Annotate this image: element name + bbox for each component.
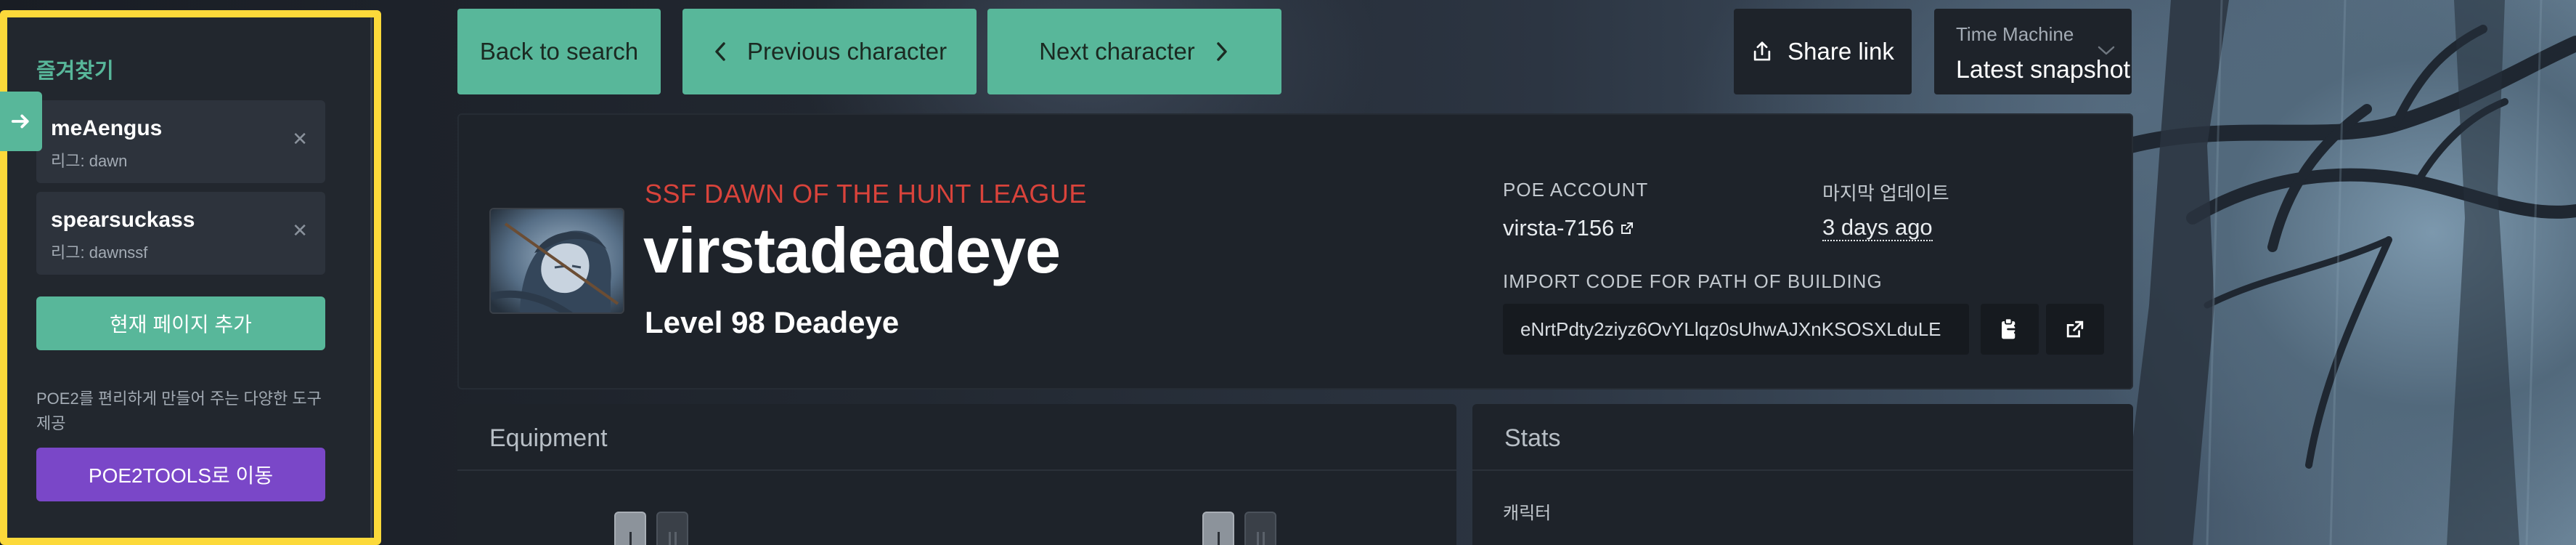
go-to-poe2tools-button[interactable]: POE2TOOLS로 이동 — [36, 448, 325, 501]
arrow-right-icon — [11, 114, 29, 129]
favorite-item[interactable]: meAengus 리그: dawn ✕ — [36, 100, 325, 183]
time-machine-select[interactable]: Time Machine Latest snapshot — [1934, 9, 2132, 94]
equipment-title: Equipment — [457, 404, 1456, 471]
account-name: virsta-7156 — [1503, 215, 1615, 241]
chevron-down-icon — [2098, 46, 2115, 55]
stats-title: Stats — [1472, 404, 2133, 471]
previous-character-button[interactable]: Previous character — [682, 9, 977, 94]
favorites-sidebar: 즐겨찾기 meAengus 리그: dawn ✕ spearsuckass 리그… — [0, 10, 381, 545]
weapon-set-toggle[interactable] — [1202, 512, 1234, 545]
close-icon[interactable]: ✕ — [292, 128, 308, 150]
chevron-right-icon — [1217, 42, 1227, 61]
stats-panel: Stats 캐릭터 — [1472, 404, 2133, 545]
last-updated-label: 마지막 업데이트 — [1822, 182, 1949, 204]
sidebar-description: POE2를 편리하게 만들어 주는 다양한 도구 제공 — [36, 389, 322, 432]
favorite-league: 리그: dawn — [51, 152, 128, 170]
stats-section-character: 캐릭터 — [1503, 504, 1552, 523]
equipment-panel: Equipment — [457, 404, 1456, 545]
account-link[interactable]: virsta-7156 — [1503, 215, 1634, 241]
character-card: SSF DAWN OF THE HUNT LEAGUE virstadeadey… — [457, 113, 2133, 389]
import-code-field[interactable]: eNrtPdty2ziyz6OvYLlqz0sUhwAJXnKSOSXLduLE — [1503, 304, 1969, 355]
external-link-icon — [1621, 222, 1634, 234]
next-label: Next character — [1039, 38, 1195, 65]
clipboard-icon — [2002, 318, 2020, 339]
weapon-set-toggle[interactable] — [614, 512, 646, 545]
back-label: Back to search — [479, 38, 639, 65]
sidebar-divider — [370, 17, 372, 538]
time-machine-label: Time Machine — [1956, 23, 2074, 45]
previous-label: Previous character — [746, 38, 947, 65]
copy-import-code-button[interactable] — [1981, 304, 2039, 355]
character-level-class: Level 98 Deadeye — [645, 305, 900, 339]
time-machine-value: Latest snapshot — [1956, 56, 2131, 84]
back-to-search-button[interactable]: Back to search — [457, 9, 661, 94]
league-name: SSF DAWN OF THE HUNT LEAGUE — [645, 179, 1087, 209]
character-avatar — [489, 208, 624, 314]
weapon-set-toggle[interactable] — [1244, 512, 1276, 545]
share-link-button[interactable]: Share link — [1734, 9, 1912, 94]
add-current-page-button[interactable]: 현재 페이지 추가 — [36, 296, 325, 350]
last-updated-value: 3 days ago — [1822, 214, 1933, 241]
favorite-item[interactable]: spearsuckass 리그: dawnssf ✕ — [36, 192, 325, 275]
character-name: virstadeadeye — [643, 214, 1061, 286]
import-code-label: IMPORT CODE FOR PATH OF BUILDING — [1503, 270, 1883, 292]
external-link-icon — [2066, 320, 2084, 338]
share-label: Share link — [1788, 38, 1894, 65]
favorites-title: 즐겨찾기 — [36, 60, 114, 83]
chevron-left-icon — [715, 42, 725, 61]
weapon-set-toggle[interactable] — [656, 512, 688, 545]
sidebar-toggle-button[interactable] — [0, 92, 42, 151]
favorite-name: spearsuckass — [51, 208, 195, 232]
favorite-league: 리그: dawnssf — [51, 243, 148, 262]
favorite-name: meAengus — [51, 116, 163, 140]
share-icon — [1753, 41, 1771, 61]
next-character-button[interactable]: Next character — [987, 9, 1281, 94]
account-label: POE ACCOUNT — [1503, 179, 1649, 201]
close-icon[interactable]: ✕ — [292, 219, 308, 242]
open-import-code-button[interactable] — [2046, 304, 2104, 355]
